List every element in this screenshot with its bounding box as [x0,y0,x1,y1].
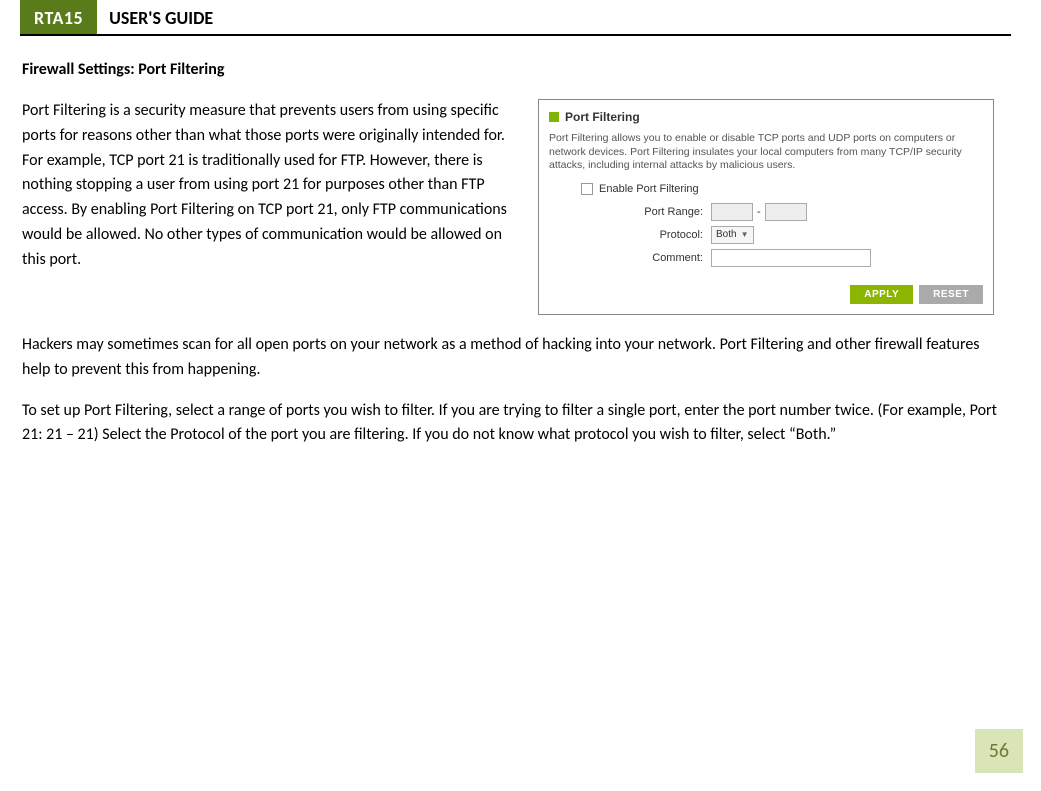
panel-description: Port Filtering allows you to enable or d… [549,132,983,173]
paragraph-3: To set up Port Filtering, select a range… [22,399,1011,449]
port-range-row: Port Range: - [581,203,983,221]
protocol-select[interactable]: Both ▼ [711,226,754,244]
port-filtering-panel: Port Filtering Port Filtering allows you… [538,99,994,315]
chevron-down-icon: ▼ [741,230,749,239]
protocol-row: Protocol: Both ▼ [581,226,983,244]
document-header: RTA15 USER'S GUIDE [20,0,1011,36]
page-number: 56 [975,729,1023,773]
enable-checkbox[interactable] [581,183,593,195]
protocol-selected-value: Both [716,229,737,240]
reset-button[interactable]: RESET [919,285,983,304]
enable-label: Enable Port Filtering [599,183,699,195]
panel-buttons: APPLY RESET [581,285,983,304]
port-range-label: Port Range: [581,206,711,218]
comment-input[interactable] [711,249,871,267]
panel-title: Port Filtering [565,110,640,124]
paragraph-2: Hackers may sometimes scan for all open … [22,333,1011,383]
paragraph-1: Port Filtering is a security measure tha… [22,99,522,273]
page-content: Firewall Settings: Port Filtering Port F… [0,36,1041,448]
panel-form: Enable Port Filtering Port Range: - Prot… [549,183,983,304]
panel-bullet-icon [549,112,559,122]
document-title: USER'S GUIDE [97,0,1011,34]
panel-title-row: Port Filtering [549,110,983,124]
intro-left-column: Port Filtering is a security measure tha… [22,99,522,273]
product-badge: RTA15 [20,0,97,34]
port-range-start-input[interactable] [711,203,753,221]
comment-row: Comment: [581,249,983,267]
protocol-label: Protocol: [581,229,711,241]
enable-row: Enable Port Filtering [581,183,983,195]
section-heading: Firewall Settings: Port Filtering [22,60,1011,79]
port-range-end-input[interactable] [765,203,807,221]
apply-button[interactable]: APPLY [850,285,913,304]
intro-row: Port Filtering is a security measure tha… [22,99,1011,315]
comment-label: Comment: [581,252,711,264]
port-range-dash: - [753,206,765,218]
